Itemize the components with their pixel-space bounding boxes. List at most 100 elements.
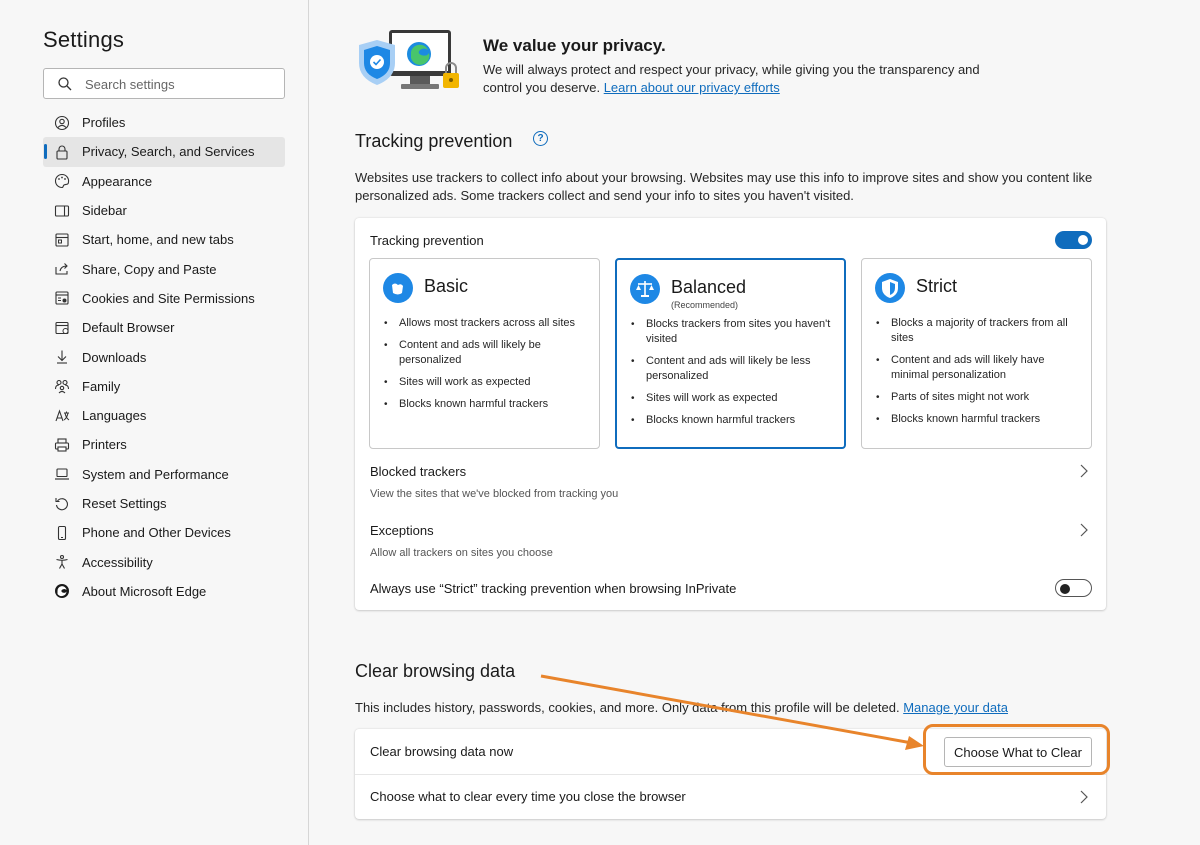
blocked-trackers-subtitle: View the sites that we've blocked from t… <box>370 488 619 500</box>
printer-icon <box>54 437 70 453</box>
level-bullet: Blocks known harmful trackers <box>876 412 1076 427</box>
level-name: Balanced <box>671 277 747 297</box>
sidebar-item-downloads[interactable]: Downloads <box>43 342 285 371</box>
privacy-efforts-link[interactable]: Learn about our privacy efforts <box>604 80 780 95</box>
clear-on-close-row[interactable]: Choose what to clear every time you clos… <box>355 775 1106 819</box>
balanced-level-icon <box>630 274 660 304</box>
laptop-icon <box>54 466 70 482</box>
lock-icon <box>54 144 70 160</box>
level-bullet: Content and ads will likely be personali… <box>384 338 584 368</box>
chevron-right-icon <box>1080 464 1088 478</box>
tracking-prevention-label: Tracking prevention <box>370 233 484 248</box>
sidebar-item-label: Printers <box>82 437 127 453</box>
sidebar-icon <box>54 203 70 219</box>
sidebar-item-default-browser[interactable]: Default Browser <box>43 313 285 342</box>
level-bullet: Parts of sites might not work <box>876 390 1076 405</box>
sidebar-item-languages[interactable]: Languages <box>43 401 285 430</box>
privacy-title: We value your privacy. <box>483 36 666 55</box>
sidebar-item-label: Privacy, Search, and Services <box>82 144 255 160</box>
sidebar-item-cookies-and-site-permissions[interactable]: Cookies and Site Permissions <box>43 284 285 313</box>
level-bullets: Blocks trackers from sites you haven't v… <box>631 317 831 435</box>
share-icon <box>54 261 70 277</box>
recommended-label: (Recommended) <box>671 300 739 310</box>
sidebar-item-share-copy-and-paste[interactable]: Share, Copy and Paste <box>43 254 285 283</box>
search-box[interactable] <box>43 68 285 99</box>
sidebar-item-label: Family <box>82 378 121 394</box>
exceptions-row[interactable]: Exceptions Allow all trackers on sites y… <box>355 513 1106 565</box>
sidebar-item-family[interactable]: Family <box>43 372 285 401</box>
sidebar-item-label: Share, Copy and Paste <box>82 261 217 277</box>
sidebar-item-system-and-performance[interactable]: System and Performance <box>43 460 285 489</box>
site-permissions-icon <box>54 290 70 306</box>
sidebar-item-about-microsoft-edge[interactable]: About Microsoft Edge <box>43 577 285 606</box>
tracking-prevention-toggle[interactable] <box>1055 231 1092 249</box>
reset-icon <box>54 496 70 512</box>
chevron-right-icon <box>1080 790 1088 804</box>
level-basic-card[interactable]: Basic Allows most trackers across all si… <box>369 258 600 449</box>
sidebar-item-label: Default Browser <box>82 320 175 336</box>
annotation-highlight-box <box>923 724 1110 775</box>
level-name: Strict <box>916 276 958 296</box>
level-bullet: Blocks known harmful trackers <box>631 413 831 428</box>
profile-icon <box>54 115 70 131</box>
languages-icon <box>54 408 70 424</box>
basic-level-icon <box>383 273 413 303</box>
exceptions-subtitle: Allow all trackers on sites you choose <box>370 547 553 559</box>
help-icon[interactable]: ? <box>533 131 548 146</box>
settings-nav: Profiles Privacy, Search, and Services App… <box>43 108 285 606</box>
blocked-trackers-row[interactable]: Blocked trackers View the sites that we'… <box>355 454 1106 506</box>
main-content: We value your privacy. We will always pr… <box>310 0 1200 845</box>
sidebar-item-accessibility[interactable]: Accessibility <box>43 547 285 576</box>
sidebar-item-start-home-and-new-tabs[interactable]: Start, home, and new tabs <box>43 225 285 254</box>
sidebar-item-label: Appearance <box>82 173 153 189</box>
sidebar-item-printers[interactable]: Printers <box>43 430 285 459</box>
sidebar-item-label: Start, home, and new tabs <box>82 232 234 248</box>
search-input[interactable] <box>85 74 275 94</box>
clear-now-label: Clear browsing data now <box>370 744 514 759</box>
clear-on-close-label: Choose what to clear every time you clos… <box>370 789 686 804</box>
settings-title: Settings <box>43 27 125 52</box>
level-strict-card[interactable]: Strict Blocks a majority of trackers fro… <box>861 258 1092 449</box>
clear-browsing-description-text: This includes history, passwords, cookie… <box>355 700 900 715</box>
search-icon <box>58 77 72 91</box>
sidebar-item-label: Sidebar <box>82 203 127 219</box>
browser-icon <box>54 320 70 336</box>
sidebar-item-reset-settings[interactable]: Reset Settings <box>43 489 285 518</box>
sidebar-item-label: Profiles <box>82 115 126 131</box>
level-bullet: Blocks a majority of trackers from all s… <box>876 316 1076 346</box>
strict-level-icon <box>875 273 905 303</box>
tracking-description: Websites use trackers to collect info ab… <box>355 170 1093 203</box>
sidebar-item-label: Phone and Other Devices <box>82 525 231 541</box>
sidebar-item-profiles[interactable]: Profiles <box>43 108 285 137</box>
palette-icon <box>54 173 70 189</box>
level-balanced-card[interactable]: Balanced (Recommended) Blocks trackers f… <box>615 258 846 449</box>
strict-inprivate-toggle[interactable] <box>1055 579 1092 597</box>
sidebar-item-label: Cookies and Site Permissions <box>82 290 255 306</box>
clear-browsing-data-heading: Clear browsing data <box>355 661 516 681</box>
level-bullet: Blocks trackers from sites you haven't v… <box>631 317 831 347</box>
sidebar-item-appearance[interactable]: Appearance <box>43 167 285 196</box>
level-bullet: Content and ads will likely have minimal… <box>876 353 1076 383</box>
level-bullet: Allows most trackers across all sites <box>384 316 584 331</box>
sidebar-item-label: Accessibility <box>82 554 153 570</box>
privacy-illustration <box>359 30 459 89</box>
sidebar-item-label: Reset Settings <box>82 496 167 511</box>
sidebar-item-label: About Microsoft Edge <box>82 583 207 599</box>
home-icon <box>54 232 70 248</box>
exceptions-title: Exceptions <box>370 523 434 538</box>
accessibility-icon <box>54 554 70 570</box>
clear-browsing-description: This includes history, passwords, cookie… <box>355 699 1115 717</box>
sidebar-item-label: Downloads <box>82 349 147 365</box>
sidebar-item-phone-and-other-devices[interactable]: Phone and Other Devices <box>43 518 285 547</box>
strict-inprivate-label: Always use “Strict” tracking prevention … <box>370 581 737 596</box>
sidebar-item-sidebar[interactable]: Sidebar <box>43 196 285 225</box>
level-bullet: Blocks known harmful trackers <box>384 397 584 412</box>
phone-icon <box>54 525 70 541</box>
level-bullets: Blocks a majority of trackers from all s… <box>876 316 1076 434</box>
level-bullet: Sites will work as expected <box>384 375 584 390</box>
chevron-right-icon <box>1080 523 1088 537</box>
sidebar-item-privacy-search-and-services[interactable]: Privacy, Search, and Services <box>43 137 285 167</box>
sidebar-item-label: System and Performance <box>82 466 229 482</box>
tracking-prevention-card: Tracking prevention Basic Allows most tr… <box>355 218 1106 610</box>
manage-your-data-link[interactable]: Manage your data <box>903 700 1008 715</box>
